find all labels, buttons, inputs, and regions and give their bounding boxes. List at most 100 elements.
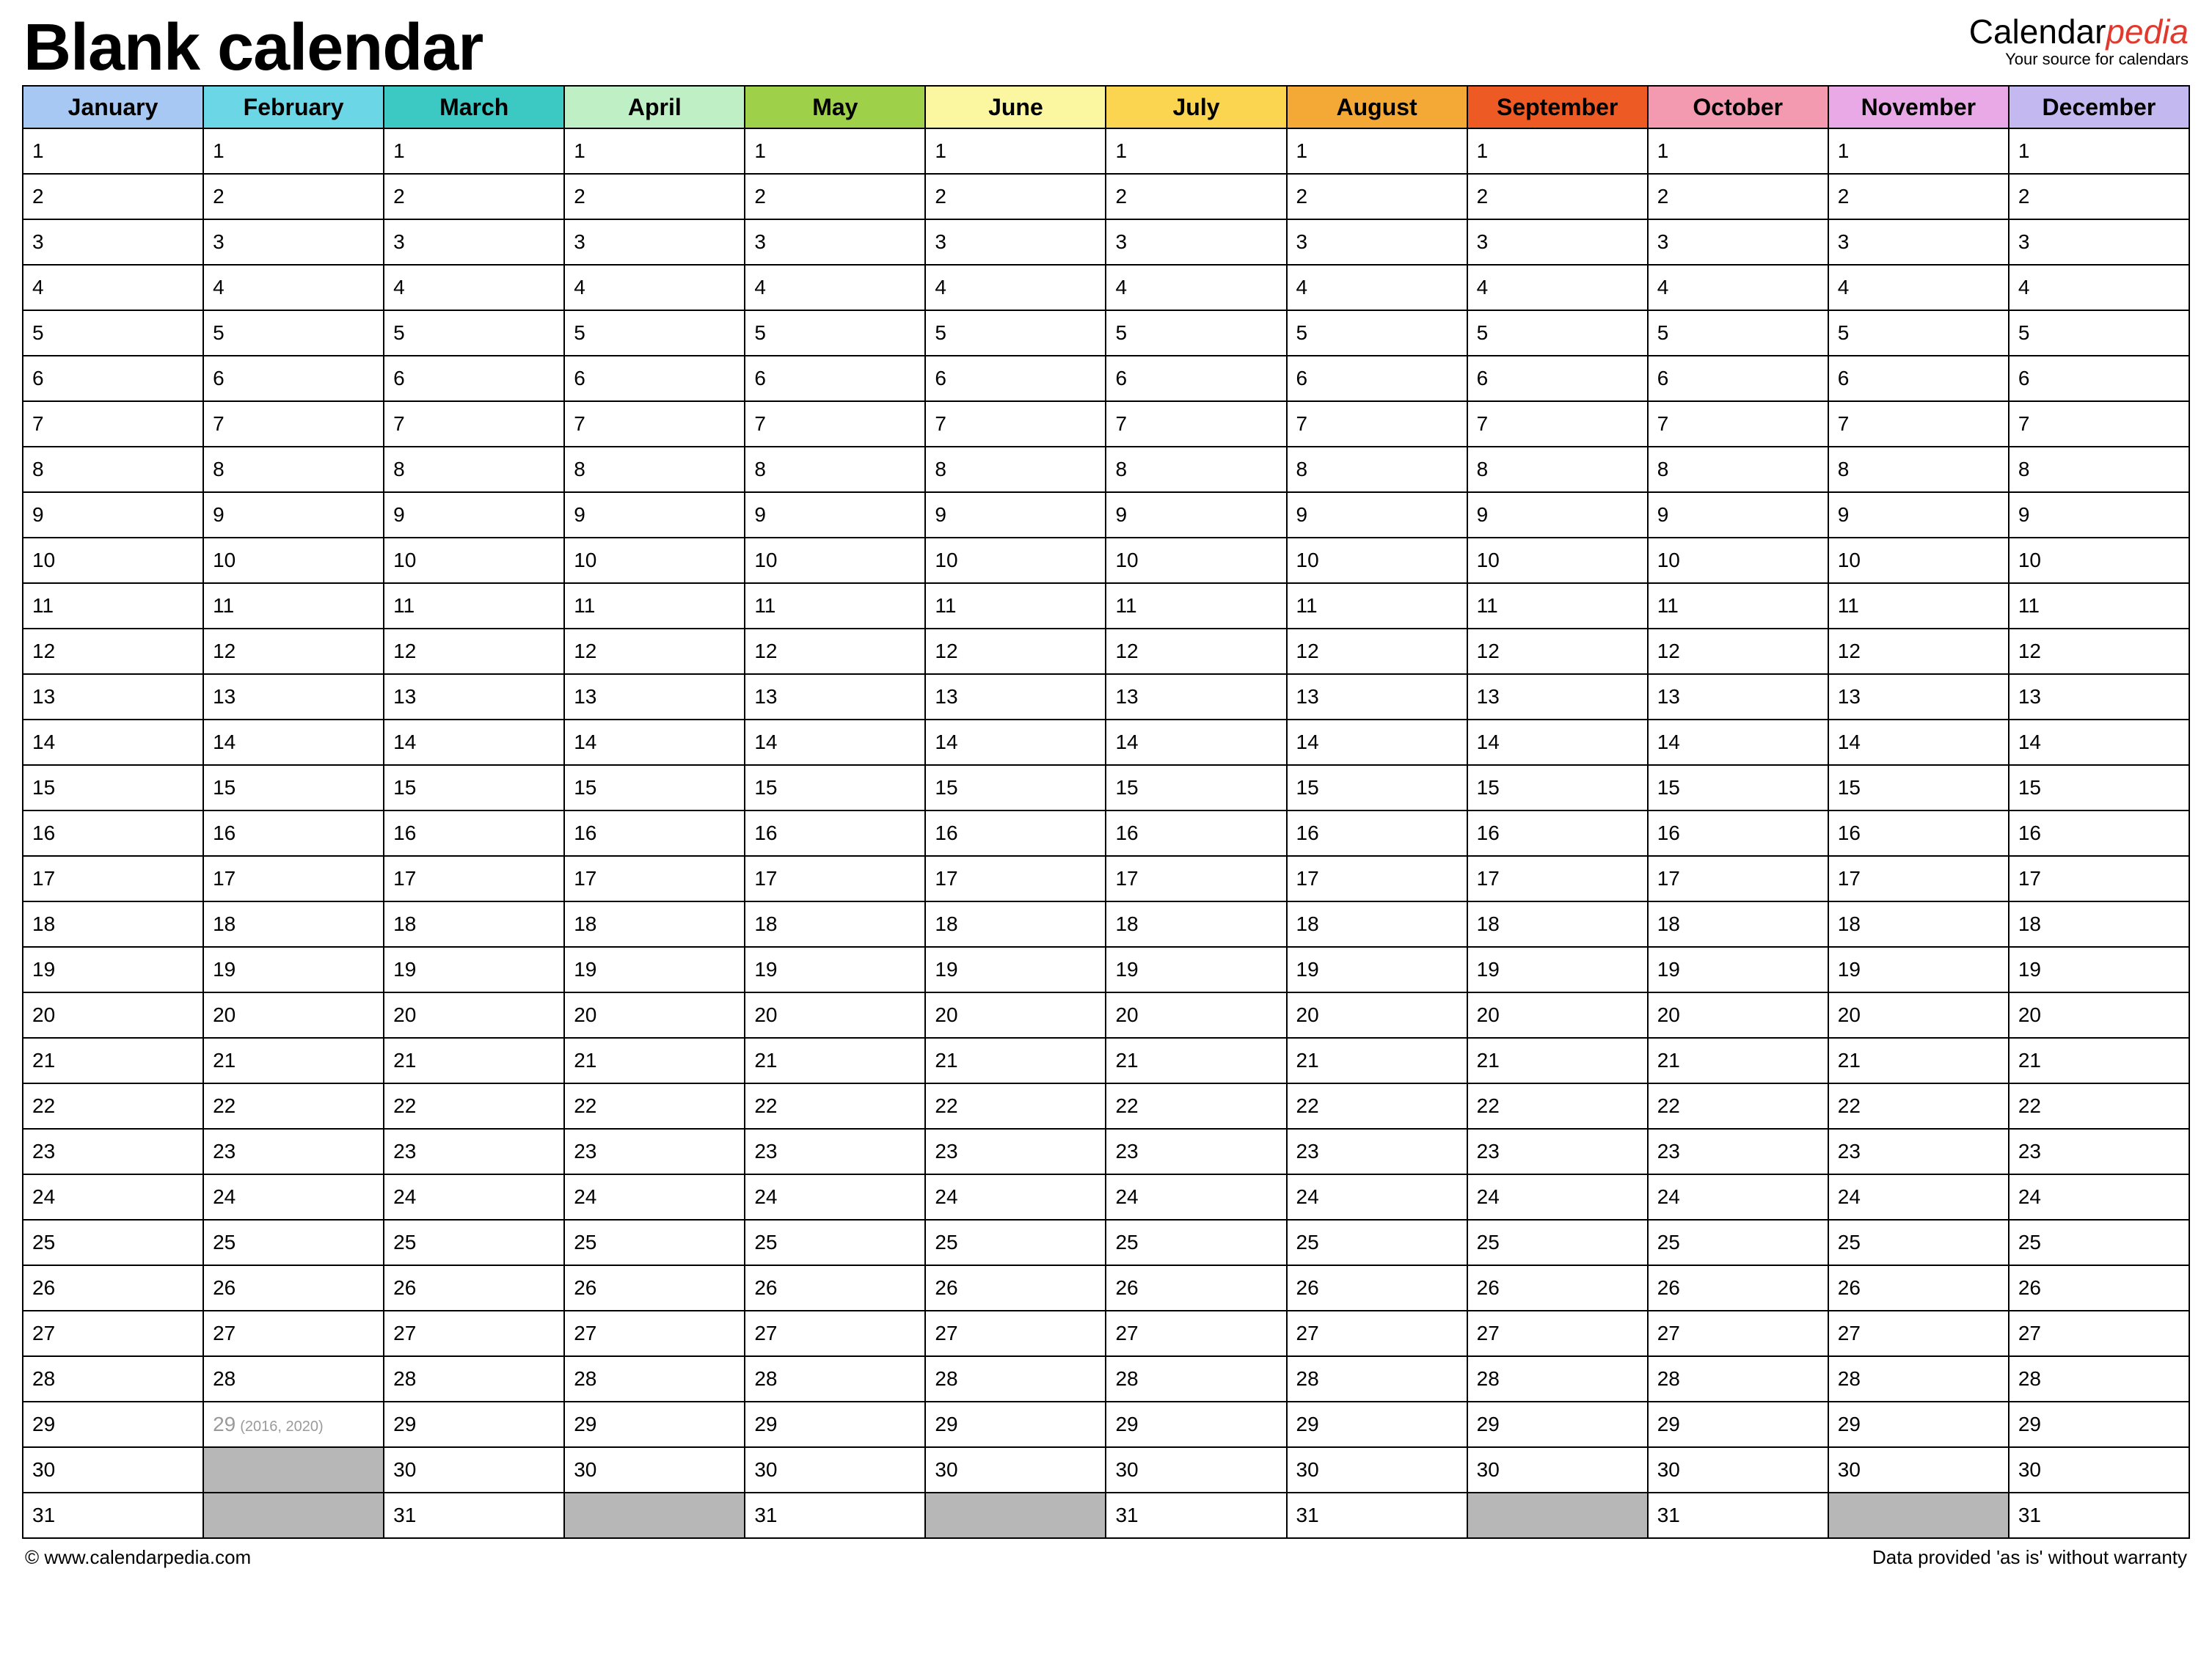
day-cell: 27: [23, 1311, 203, 1356]
day-cell: 19: [564, 947, 745, 992]
day-cell: 1: [2009, 128, 2189, 174]
day-cell: 29: [2009, 1402, 2189, 1447]
day-cell: 26: [1648, 1265, 1828, 1311]
footer-disclaimer: Data provided 'as is' without warranty: [1872, 1546, 2187, 1569]
day-cell: 31: [1287, 1493, 1467, 1538]
day-cell: 29: [23, 1402, 203, 1447]
day-cell: 2: [564, 174, 745, 219]
day-cell: 22: [745, 1083, 925, 1129]
day-row: 111111111111111111111111: [23, 583, 2189, 629]
day-row: 555555555555: [23, 310, 2189, 356]
day-cell: 26: [564, 1265, 745, 1311]
day-cell: 30: [745, 1447, 925, 1493]
day-cell: 13: [1828, 674, 2009, 720]
day-cell: 26: [1828, 1265, 2009, 1311]
day-cell: 21: [384, 1038, 564, 1083]
day-cell: 24: [23, 1174, 203, 1220]
day-cell: 12: [1828, 629, 2009, 674]
day-cell: 2: [203, 174, 384, 219]
day-cell: 19: [203, 947, 384, 992]
day-cell: 8: [1648, 447, 1828, 492]
day-cell: 9: [203, 492, 384, 538]
day-cell: 26: [1106, 1265, 1286, 1311]
day-cell: 26: [2009, 1265, 2189, 1311]
day-cell: 18: [23, 901, 203, 947]
day-cell: 29: [1287, 1402, 1467, 1447]
day-cell: 25: [384, 1220, 564, 1265]
day-row: 111111111111: [23, 128, 2189, 174]
day-cell: 27: [1648, 1311, 1828, 1356]
day-cell: 23: [384, 1129, 564, 1174]
day-cell: 30: [1828, 1447, 2009, 1493]
day-cell: 1: [384, 128, 564, 174]
day-cell: 20: [2009, 992, 2189, 1038]
day-cell: 14: [1828, 720, 2009, 765]
month-header-july: July: [1106, 86, 1286, 128]
day-row: 272727272727272727272727: [23, 1311, 2189, 1356]
day-cell: 22: [1648, 1083, 1828, 1129]
day-cell: 20: [1287, 992, 1467, 1038]
day-cell: 29: [1467, 1402, 1648, 1447]
day-cell: 15: [1287, 765, 1467, 810]
day-cell: 6: [1648, 356, 1828, 401]
day-cell: 9: [564, 492, 745, 538]
month-header-november: November: [1828, 86, 2009, 128]
day-cell: 10: [1828, 538, 2009, 583]
day-row: 282828282828282828282828: [23, 1356, 2189, 1402]
day-cell: 24: [1106, 1174, 1286, 1220]
day-cell: 21: [1467, 1038, 1648, 1083]
day-cell: 1: [1287, 128, 1467, 174]
day-cell: 27: [564, 1311, 745, 1356]
day-cell: 24: [1287, 1174, 1467, 1220]
day-cell: 1: [23, 128, 203, 174]
day-cell: 17: [23, 856, 203, 901]
day-cell: 9: [1106, 492, 1286, 538]
day-cell: 11: [23, 583, 203, 629]
day-cell: 2: [925, 174, 1106, 219]
day-cell: 17: [1467, 856, 1648, 901]
day-cell: 21: [564, 1038, 745, 1083]
day-cell: 9: [1467, 492, 1648, 538]
day-row: 999999999999: [23, 492, 2189, 538]
day-cell: 1: [203, 128, 384, 174]
day-cell: 16: [1828, 810, 2009, 856]
day-cell: 21: [1648, 1038, 1828, 1083]
day-cell: 5: [1106, 310, 1286, 356]
day-cell: 4: [1106, 265, 1286, 310]
day-cell: 23: [564, 1129, 745, 1174]
day-cell: 23: [2009, 1129, 2189, 1174]
day-cell: 4: [1648, 265, 1828, 310]
day-cell: 23: [203, 1129, 384, 1174]
day-cell: 11: [925, 583, 1106, 629]
day-cell: 17: [1828, 856, 2009, 901]
day-cell: 8: [1828, 447, 2009, 492]
day-cell: [203, 1447, 384, 1493]
day-cell: 30: [1648, 1447, 1828, 1493]
day-cell: 12: [203, 629, 384, 674]
day-cell: 9: [1828, 492, 2009, 538]
day-cell: 30: [384, 1447, 564, 1493]
day-cell: 21: [23, 1038, 203, 1083]
day-cell: [925, 1493, 1106, 1538]
day-cell: 24: [2009, 1174, 2189, 1220]
day-cell: 18: [203, 901, 384, 947]
day-row: 777777777777: [23, 401, 2189, 447]
day-cell: 5: [23, 310, 203, 356]
day-cell: 26: [203, 1265, 384, 1311]
day-cell: 12: [23, 629, 203, 674]
day-cell: 6: [564, 356, 745, 401]
day-cell: 27: [1287, 1311, 1467, 1356]
day-cell: 14: [203, 720, 384, 765]
day-cell: 1: [1106, 128, 1286, 174]
day-cell: 10: [2009, 538, 2189, 583]
day-cell: 21: [745, 1038, 925, 1083]
day-cell: 15: [384, 765, 564, 810]
day-cell: 8: [1287, 447, 1467, 492]
day-cell: 12: [1467, 629, 1648, 674]
day-cell: 21: [1106, 1038, 1286, 1083]
day-cell: 22: [203, 1083, 384, 1129]
day-cell: 27: [2009, 1311, 2189, 1356]
month-header-february: February: [203, 86, 384, 128]
day-cell: 16: [1648, 810, 1828, 856]
day-cell: 13: [1287, 674, 1467, 720]
